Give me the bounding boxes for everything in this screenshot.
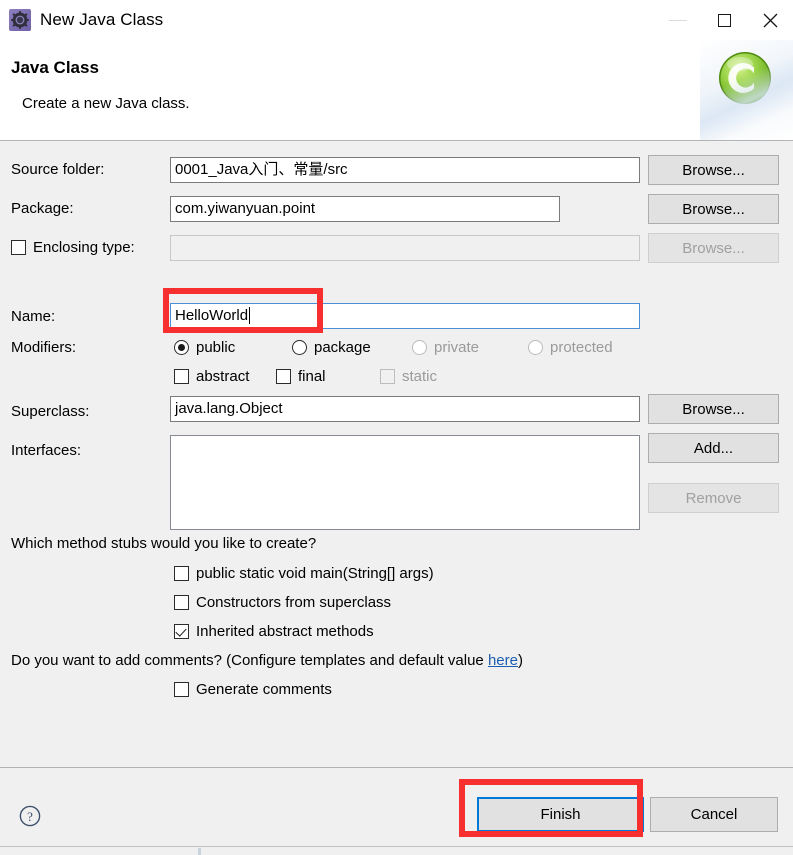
- configure-templates-link[interactable]: here: [488, 652, 518, 669]
- new-java-class-dialog: New Java Class Java Class Create a new J…: [0, 0, 793, 855]
- package-input[interactable]: com.yiwanyuan.point: [170, 196, 560, 222]
- finish-button[interactable]: Finish: [477, 797, 644, 832]
- package-browse-button[interactable]: Browse...: [648, 194, 779, 224]
- modifier-label-static: static: [402, 368, 438, 385]
- modifier-check-static[interactable]: static: [380, 368, 437, 385]
- maximize-button[interactable]: [701, 0, 747, 40]
- cancel-button[interactable]: Cancel: [650, 797, 778, 832]
- name-input[interactable]: HelloWorld: [170, 303, 640, 329]
- superclass-browse-button[interactable]: Browse...: [648, 394, 779, 424]
- checkbox-icon: [174, 369, 189, 384]
- minimize-button[interactable]: [655, 0, 701, 40]
- enclosing-type-browse-button[interactable]: Browse...: [648, 233, 779, 263]
- method-stubs-question: Which method stubs would you like to cre…: [11, 535, 317, 552]
- comments-question: Do you want to add comments? (Configure …: [11, 652, 523, 669]
- interfaces-remove-button[interactable]: Remove: [648, 483, 779, 513]
- modifier-radio-private[interactable]: private: [412, 339, 479, 356]
- superclass-input[interactable]: java.lang.Object: [170, 396, 640, 422]
- window-controls: [655, 0, 793, 40]
- wizard-banner: [700, 40, 793, 140]
- minimize-icon: [669, 19, 687, 21]
- interfaces-label: Interfaces:: [11, 442, 82, 459]
- checkbox-icon: [380, 369, 395, 384]
- enclosing-type-input[interactable]: [170, 235, 640, 261]
- modifier-check-abstract[interactable]: abstract: [174, 368, 249, 385]
- name-label: Name:: [11, 308, 56, 325]
- stub-label-inherited: Inherited abstract methods: [196, 623, 374, 640]
- interfaces-list[interactable]: [170, 435, 640, 530]
- help-question-icon[interactable]: ?: [19, 805, 41, 831]
- stub-check-inherited[interactable]: Inherited abstract methods: [174, 623, 374, 640]
- comments-question-tail: ): [517, 652, 523, 669]
- modifier-label-package: package: [314, 339, 371, 356]
- title-bar: New Java Class: [0, 0, 793, 40]
- checkbox-icon: [276, 369, 291, 384]
- page-title: Java Class: [11, 58, 99, 77]
- page-subtitle: Create a new Java class.: [22, 95, 190, 112]
- modifier-label-private: private: [434, 339, 480, 356]
- stub-check-main[interactable]: public static void main(String[] args): [174, 565, 434, 582]
- comments-question-text: Do you want to add comments? (Configure …: [11, 652, 488, 669]
- modifier-radio-protected[interactable]: protected: [528, 339, 613, 356]
- checkbox-icon: [174, 624, 189, 639]
- radio-icon: [528, 340, 543, 355]
- java-wizard-gear-icon: [9, 9, 31, 31]
- modifier-label-final: final: [298, 368, 326, 385]
- generate-comments-checkbox[interactable]: Generate comments: [174, 681, 332, 698]
- maximize-icon: [717, 13, 731, 27]
- enclosing-type-label: Enclosing type:: [33, 239, 135, 256]
- name-input-value: HelloWorld: [175, 307, 249, 324]
- dialog-footer: ? Finish Cancel: [0, 767, 793, 855]
- checkbox-icon: [174, 566, 189, 581]
- modifier-radio-package[interactable]: package: [292, 339, 371, 356]
- modifiers-label: Modifiers:: [11, 339, 77, 356]
- checkbox-icon: [174, 595, 189, 610]
- radio-icon: [292, 340, 307, 355]
- window-title: New Java Class: [40, 10, 164, 29]
- generate-comments-label: Generate comments: [196, 681, 332, 698]
- checkbox-icon: [11, 240, 26, 255]
- source-folder-input[interactable]: 0001_Java入门、常量/src: [170, 157, 640, 183]
- status-bar: [0, 846, 793, 855]
- modifier-label-protected: protected: [550, 339, 613, 356]
- package-label: Package:: [11, 200, 74, 217]
- modifier-label-abstract: abstract: [196, 368, 250, 385]
- modifier-check-final[interactable]: final: [276, 368, 326, 385]
- enclosing-type-checkbox[interactable]: Enclosing type:: [11, 239, 135, 256]
- svg-text:?: ?: [27, 809, 33, 824]
- radio-icon: [174, 340, 189, 355]
- superclass-label: Superclass:: [11, 403, 90, 420]
- green-class-c-icon: [719, 52, 771, 104]
- dialog-body: Source folder: 0001_Java入门、常量/src Browse…: [0, 141, 793, 767]
- modifier-label-public: public: [196, 339, 236, 356]
- source-folder-label: Source folder:: [11, 161, 105, 178]
- stub-label-main: public static void main(String[] args): [196, 565, 434, 582]
- modifier-radio-public[interactable]: public: [174, 339, 235, 356]
- radio-icon: [412, 340, 427, 355]
- close-icon: [763, 13, 777, 27]
- text-caret: [249, 307, 255, 324]
- checkbox-icon: [174, 682, 189, 697]
- stub-label-constructors: Constructors from superclass: [196, 594, 392, 611]
- interfaces-add-button[interactable]: Add...: [648, 433, 779, 463]
- source-folder-browse-button[interactable]: Browse...: [648, 155, 779, 185]
- wizard-header: Java Class Create a new Java class.: [0, 40, 793, 141]
- stub-check-constructors[interactable]: Constructors from superclass: [174, 594, 391, 611]
- close-button[interactable]: [747, 0, 793, 40]
